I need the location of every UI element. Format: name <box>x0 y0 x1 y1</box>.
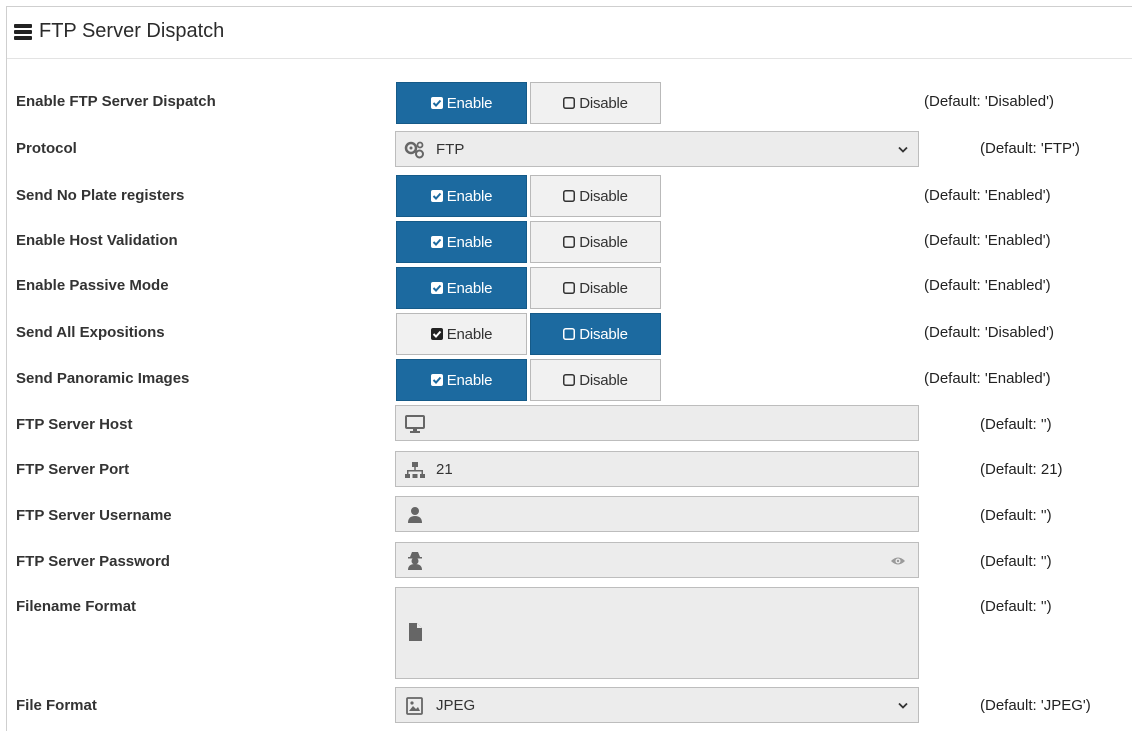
server-host-label: FTP Server Host <box>16 416 133 433</box>
host-validation-default: (Default: 'Enabled') <box>924 232 1051 249</box>
enable-dispatch-label: Enable FTP Server Dispatch <box>16 93 216 110</box>
check-square-icon <box>430 328 443 340</box>
chevron-down-icon <box>898 702 908 709</box>
square-icon <box>563 236 576 248</box>
ftp-dispatch-panel: FTP Server Dispatch Enable FTP Server Di… <box>6 6 1132 731</box>
host-validation-label: Enable Host Validation <box>16 232 178 249</box>
protocol-label: Protocol <box>16 140 77 157</box>
image-icon <box>406 697 423 715</box>
enable-label: Enable <box>446 187 493 205</box>
send-panoramic-enable-button[interactable]: Enable <box>396 359 527 401</box>
enable-dispatch-enable-button[interactable]: Enable <box>396 82 527 124</box>
username-label: FTP Server Username <box>16 507 172 524</box>
filename-format-textarea[interactable] <box>395 587 919 679</box>
file-format-label: File Format <box>16 697 97 714</box>
protocol-select[interactable]: FTP <box>395 131 919 167</box>
square-icon <box>563 374 576 386</box>
send-no-plate-disable-button[interactable]: Disable <box>530 175 661 217</box>
server-stack-icon <box>14 24 32 40</box>
filename-format-label: Filename Format <box>16 598 137 615</box>
server-port-input[interactable]: 21 <box>395 451 919 487</box>
cogs-icon <box>404 141 424 159</box>
server-port-default: (Default: 21) <box>980 461 1063 478</box>
filename-format-default: (Default: '') <box>980 598 1052 615</box>
send-no-plate-enable-button[interactable]: Enable <box>396 175 527 217</box>
chevron-down-icon <box>898 146 908 153</box>
password-input[interactable] <box>395 542 919 578</box>
file-format-select[interactable]: JPEG <box>395 687 919 723</box>
square-icon <box>563 97 576 109</box>
enable-dispatch-disable-button[interactable]: Disable <box>530 82 661 124</box>
protocol-value: FTP <box>436 141 465 158</box>
check-square-icon <box>430 282 443 294</box>
user-icon <box>408 507 422 523</box>
passive-mode-default: (Default: 'Enabled') <box>924 277 1051 294</box>
password-default: (Default: '') <box>980 553 1052 570</box>
enable-label: Enable <box>446 325 493 343</box>
file-icon <box>409 623 422 641</box>
square-icon <box>563 190 576 202</box>
protocol-default: (Default: 'FTP') <box>980 140 1080 157</box>
disable-label: Disable <box>579 325 628 343</box>
check-square-icon <box>430 190 443 202</box>
send-all-expositions-disable-button[interactable]: Disable <box>530 313 661 355</box>
username-default: (Default: '') <box>980 507 1052 524</box>
passive-mode-label: Enable Passive Mode <box>16 277 169 294</box>
enable-dispatch-default: (Default: 'Disabled') <box>924 93 1054 110</box>
send-panoramic-default: (Default: 'Enabled') <box>924 370 1051 387</box>
username-input[interactable] <box>395 496 919 532</box>
password-label: FTP Server Password <box>16 553 170 570</box>
passive-mode-disable-button[interactable]: Disable <box>530 267 661 309</box>
host-validation-disable-button[interactable]: Disable <box>530 221 661 263</box>
eye-icon[interactable] <box>890 554 906 568</box>
disable-label: Disable <box>579 371 628 389</box>
disable-label: Disable <box>579 94 628 112</box>
check-square-icon <box>430 374 443 386</box>
server-host-default: (Default: '') <box>980 416 1052 433</box>
panel-header: FTP Server Dispatch <box>7 7 1132 59</box>
send-panoramic-disable-button[interactable]: Disable <box>530 359 661 401</box>
send-all-expositions-label: Send All Expositions <box>16 324 165 341</box>
file-format-default: (Default: 'JPEG') <box>980 697 1091 714</box>
sitemap-icon <box>405 462 425 478</box>
desktop-icon <box>405 415 425 433</box>
disable-label: Disable <box>579 187 628 205</box>
enable-label: Enable <box>446 94 493 112</box>
square-icon <box>563 328 576 340</box>
send-panoramic-label: Send Panoramic Images <box>16 370 190 387</box>
check-square-icon <box>430 236 443 248</box>
server-host-input[interactable] <box>395 405 919 441</box>
passive-mode-enable-button[interactable]: Enable <box>396 267 527 309</box>
enable-label: Enable <box>446 279 493 297</box>
file-format-value: JPEG <box>436 697 476 714</box>
enable-label: Enable <box>446 233 493 251</box>
send-no-plate-default: (Default: 'Enabled') <box>924 187 1051 204</box>
send-all-expositions-default: (Default: 'Disabled') <box>924 324 1054 341</box>
user-secret-icon <box>408 552 422 570</box>
page-title: FTP Server Dispatch <box>39 20 225 42</box>
disable-label: Disable <box>579 233 628 251</box>
square-icon <box>563 282 576 294</box>
send-all-expositions-enable-button[interactable]: Enable <box>396 313 527 355</box>
check-square-icon <box>430 97 443 109</box>
host-validation-enable-button[interactable]: Enable <box>396 221 527 263</box>
server-port-value: 21 <box>436 461 453 478</box>
disable-label: Disable <box>579 279 628 297</box>
enable-label: Enable <box>446 371 493 389</box>
send-no-plate-label: Send No Plate registers <box>16 187 185 204</box>
server-port-label: FTP Server Port <box>16 461 130 478</box>
